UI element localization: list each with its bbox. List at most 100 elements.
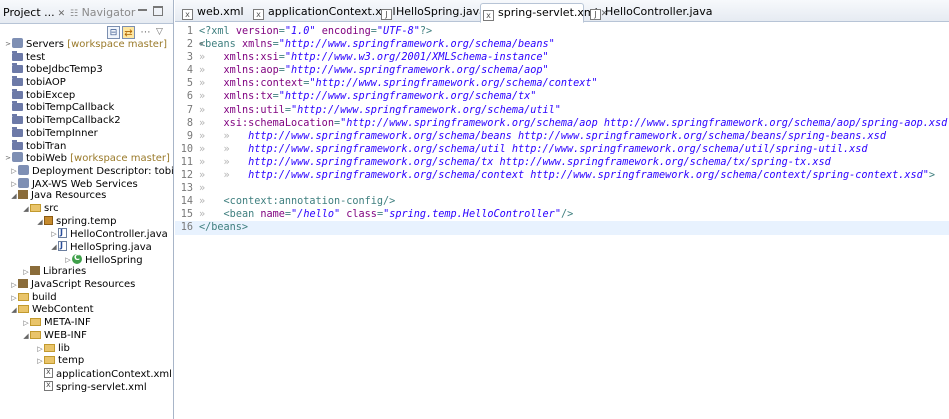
tab-project-explorer[interactable]: Project ... ✕ bbox=[3, 4, 65, 22]
editor-tab[interactable]: J HelloSpring.java bbox=[379, 3, 486, 22]
expand-twisty-icon[interactable]: ◢ bbox=[50, 241, 58, 254]
tree-item[interactable]: tobiTempCallback2 bbox=[0, 114, 173, 127]
fold-toggle-icon[interactable]: ⊖ bbox=[199, 38, 203, 51]
tree-item-label: JAX-WS Web Services bbox=[32, 178, 138, 190]
expand-twisty-icon[interactable]: ◢ bbox=[36, 216, 44, 229]
tree-item[interactable]: ▷ Deployment Descriptor: tobiWeb bbox=[0, 164, 173, 178]
tree-item[interactable]: test bbox=[0, 50, 173, 64]
tree-item[interactable]: ▷ lib bbox=[0, 343, 173, 356]
code-line[interactable]: 11 » » http://www.springframework.org/sch… bbox=[175, 156, 949, 169]
minimize-icon[interactable] bbox=[138, 9, 147, 11]
code-line[interactable]: 3» xmlns:xsi="http://www.w3.org/2001/XML… bbox=[175, 51, 949, 64]
expand-twisty-icon[interactable]: ▷ bbox=[10, 165, 18, 178]
code-line[interactable]: 6» xmlns:tx="http://www.springframework.… bbox=[175, 90, 949, 103]
tab-navigator[interactable]: ☷ Navigator bbox=[70, 4, 135, 22]
project-icon bbox=[12, 101, 23, 112]
code-token: "/hello" bbox=[291, 209, 341, 221]
tree-item[interactable]: ▷ temp bbox=[0, 355, 173, 368]
tree-item[interactable]: > Servers [workspace master] bbox=[0, 38, 173, 51]
code-line[interactable]: 9 » » http://www.springframework.org/sche… bbox=[175, 130, 949, 143]
project-icon bbox=[12, 126, 23, 137]
line-number: 5 bbox=[186, 78, 193, 90]
maximize-icon[interactable] bbox=[153, 6, 163, 16]
close-icon[interactable]: ✕ bbox=[58, 9, 66, 19]
project-icon bbox=[12, 76, 23, 87]
expand-twisty-icon[interactable]: ▷ bbox=[64, 254, 72, 267]
code-line[interactable]: 12 » » http://www.springframework.org/sch… bbox=[175, 169, 949, 182]
code-token: http://www.springframework.org/schema/tx… bbox=[248, 156, 831, 168]
editor-tab[interactable]: x web.xml bbox=[180, 3, 244, 22]
expand-twisty-icon[interactable]: > bbox=[4, 152, 12, 165]
code-line[interactable]: 8» xsi:schemaLocation="http://www.spring… bbox=[175, 117, 949, 130]
tree-item[interactable]: ▷ META-INF bbox=[0, 317, 173, 330]
expand-twisty-icon[interactable]: ◢ bbox=[22, 203, 30, 216]
tree-item[interactable]: tobiTempCallback bbox=[0, 101, 173, 114]
whitespace-marker: » bbox=[199, 91, 224, 103]
expand-twisty-icon[interactable]: > bbox=[4, 38, 12, 51]
code-line[interactable]: 2 ⊖ <beans xmlns="http://www.springframewo… bbox=[175, 38, 949, 51]
tree-item-label: META-INF bbox=[44, 317, 91, 329]
editor-tab[interactable]: J HelloController.java bbox=[588, 3, 713, 22]
tree-item[interactable]: ◢ WEB-INF bbox=[0, 330, 173, 343]
tree-item[interactable]: tobiTran bbox=[0, 139, 173, 153]
tree-item[interactable]: ◢ src bbox=[0, 203, 173, 216]
tree-item[interactable]: ▷ HelloController.java bbox=[0, 227, 173, 241]
tree-item[interactable]: applicationContext.xml bbox=[0, 366, 173, 381]
code-token: http://www.springframework.org/schema/co… bbox=[248, 170, 929, 182]
code-token: <context:annotation-config/> bbox=[223, 196, 396, 208]
whitespace-marker: » bbox=[199, 65, 224, 77]
editor-tab[interactable]: x spring-servlet.xml ✕ bbox=[480, 3, 608, 23]
line-number: 3 bbox=[186, 52, 193, 64]
line-number: 11 bbox=[180, 156, 193, 168]
tree-item[interactable]: tobiAOP bbox=[0, 76, 173, 89]
expand-twisty-icon[interactable]: ◢ bbox=[22, 330, 30, 343]
editor-tab[interactable]: x applicationContext.xml bbox=[251, 3, 396, 22]
expand-twisty-icon[interactable]: ▷ bbox=[22, 317, 30, 330]
code-line[interactable]: 15» <bean name="/hello" class="spring.te… bbox=[175, 208, 949, 221]
java-file-icon: J bbox=[381, 9, 392, 20]
expand-twisty-icon[interactable]: ◢ bbox=[10, 304, 18, 317]
line-number: 10 bbox=[180, 143, 193, 155]
code-token: "1.0" bbox=[284, 26, 316, 37]
tree-item-label: HelloController.java bbox=[70, 229, 168, 241]
tree-item[interactable]: ▷ JavaScript Resources bbox=[0, 279, 173, 292]
code-editor[interactable]: 1 <?xml version="1.0" encoding="UTF-8"?> 2… bbox=[175, 25, 949, 235]
tree-item[interactable]: tobiExcep bbox=[0, 88, 173, 102]
code-line[interactable]: 13 » bbox=[175, 182, 949, 195]
tree-item[interactable]: ◢ WebContent bbox=[0, 304, 173, 317]
tree-item[interactable]: ▷ HelloSpring bbox=[0, 252, 173, 267]
tree-item[interactable]: ▷ JAX-WS Web Services bbox=[0, 177, 173, 191]
expand-twisty-icon[interactable]: ▷ bbox=[10, 178, 18, 191]
code-line[interactable]: 14 » <context:annotation-config/> bbox=[175, 195, 949, 208]
expand-twisty-icon[interactable]: ▷ bbox=[22, 266, 30, 279]
code-line[interactable]: 5» xmlns:context="http://www.springframe… bbox=[175, 77, 949, 90]
navigator-icon: ☷ bbox=[70, 9, 79, 19]
code-token: "spring.temp.HelloController" bbox=[383, 209, 561, 221]
expand-twisty-icon[interactable]: ▷ bbox=[36, 355, 44, 368]
tree-item[interactable]: ◢ Java Resources bbox=[0, 190, 173, 203]
java-file-icon: J bbox=[590, 9, 601, 20]
tree-item[interactable]: ◢ HelloSpring.java bbox=[0, 240, 173, 254]
tree-item[interactable]: ▷ Libraries bbox=[0, 266, 173, 279]
code-line[interactable]: 4» xmlns:aop="http://www.springframework… bbox=[175, 64, 949, 77]
tree-item[interactable]: tobiTempInner bbox=[0, 126, 173, 140]
line-number: 9 bbox=[186, 130, 193, 142]
code-line[interactable]: 1 <?xml version="1.0" encoding="UTF-8"?> bbox=[175, 25, 949, 38]
tree-item[interactable]: ▷ build bbox=[0, 291, 173, 305]
code-line[interactable]: 10 » » http://www.springframework.org/sch… bbox=[175, 143, 949, 156]
javascript-resources-icon bbox=[18, 279, 28, 289]
expand-twisty-icon[interactable]: ◢ bbox=[10, 190, 18, 203]
tree-item[interactable]: > tobiWeb [workspace master] bbox=[0, 152, 173, 165]
expand-twisty-icon[interactable]: ▷ bbox=[10, 279, 18, 292]
code-line[interactable]: 16 </beans> bbox=[175, 221, 949, 235]
expand-twisty-icon[interactable]: ▷ bbox=[50, 228, 58, 241]
code-token: xmlns:tx bbox=[223, 91, 273, 103]
expand-twisty-icon[interactable]: ▷ bbox=[10, 292, 18, 305]
tree-item[interactable]: tobeJdbcTemp3 bbox=[0, 63, 173, 76]
tree-item-label: build bbox=[32, 291, 57, 303]
tree-item[interactable]: spring-servlet.xml bbox=[0, 379, 173, 394]
code-line[interactable]: 7» xmlns:util="http://www.springframewor… bbox=[175, 104, 949, 117]
repository-suffix: [workspace master] bbox=[64, 39, 167, 50]
expand-twisty-icon[interactable]: ▷ bbox=[36, 343, 44, 356]
tree-item[interactable]: ◢ spring.temp bbox=[0, 215, 173, 229]
